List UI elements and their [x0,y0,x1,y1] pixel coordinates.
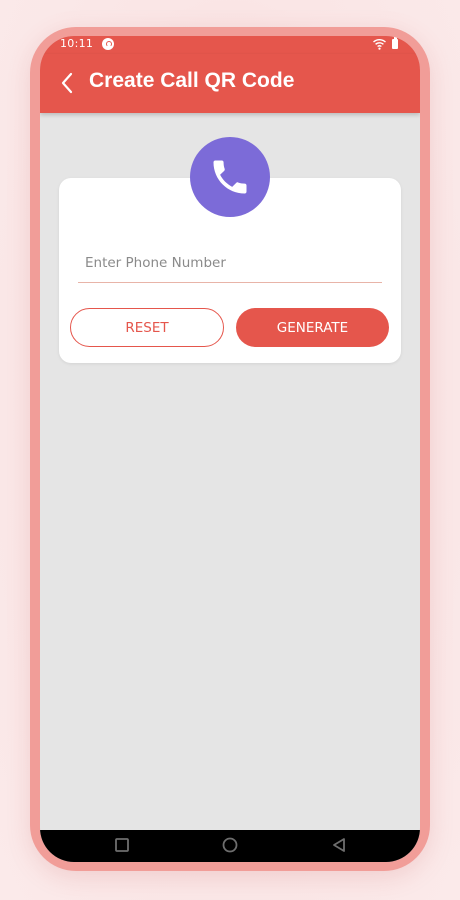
back-button[interactable] [52,68,82,98]
generate-button[interactable]: GENERATE [236,308,389,347]
page-title: Create Call QR Code [89,69,295,92]
system-nav-bar [40,830,420,862]
app-bar: Create Call QR Code [40,54,420,113]
wifi-icon [373,39,386,50]
triangle-back-icon[interactable] [331,837,347,853]
phone-screen: 10:11 Create Call QR Code Enter Phone Nu… [40,36,420,862]
status-time: 10:11 [60,37,94,50]
phone-badge [190,137,270,217]
battery-icon [392,37,398,49]
reset-button[interactable]: RESET [70,308,224,347]
chevron-left-icon [61,72,73,94]
phone-number-input[interactable] [78,243,382,283]
status-bar: 10:11 [40,36,420,54]
help-circle-icon [102,38,114,50]
circle-icon[interactable] [222,837,238,853]
phone-frame: 10:11 Create Call QR Code Enter Phone Nu… [30,27,430,871]
phone-icon [213,160,247,194]
square-icon[interactable] [114,837,130,853]
